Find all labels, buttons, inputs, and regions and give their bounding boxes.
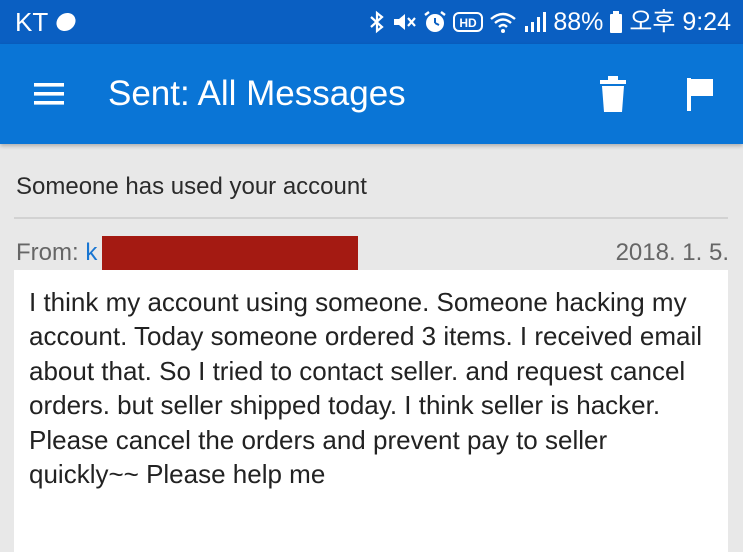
carrier-label: KT [15,7,49,37]
menu-icon[interactable] [31,79,67,109]
clock: 오후 9:24 [629,8,731,36]
battery-percent: 88% [553,8,604,36]
message-subject: Someone has used your account [16,173,367,200]
sender-row: From: k [16,238,97,268]
from-label: From: [16,239,79,266]
page-title: Sent: All Messages [108,74,406,113]
mute-icon [394,14,417,30]
signal-icon [525,12,547,32]
message-body: I think my account using someone. Someon… [29,287,702,490]
alarm-icon [424,11,447,32]
status-bar: KT HD 88% 오후 9:24 [0,0,743,44]
wifi-icon [490,12,517,33]
trash-icon[interactable] [598,74,628,114]
message-body-panel: I think my account using someone. Someon… [14,270,728,552]
sender-redaction [102,236,358,272]
flag-icon[interactable] [683,76,717,112]
battery-icon [610,11,623,33]
carrier-icon [56,12,76,32]
hd-icon: HD [453,12,484,32]
status-icons: HD 88% 오후 9:24 [369,5,731,39]
bluetooth-icon [370,10,385,34]
divider [14,217,728,219]
message-date: 2018. 1. 5. [615,239,729,266]
sender-link[interactable]: k [85,239,97,266]
svg-text:HD: HD [460,16,478,30]
app-bar: Sent: All Messages [0,44,743,144]
